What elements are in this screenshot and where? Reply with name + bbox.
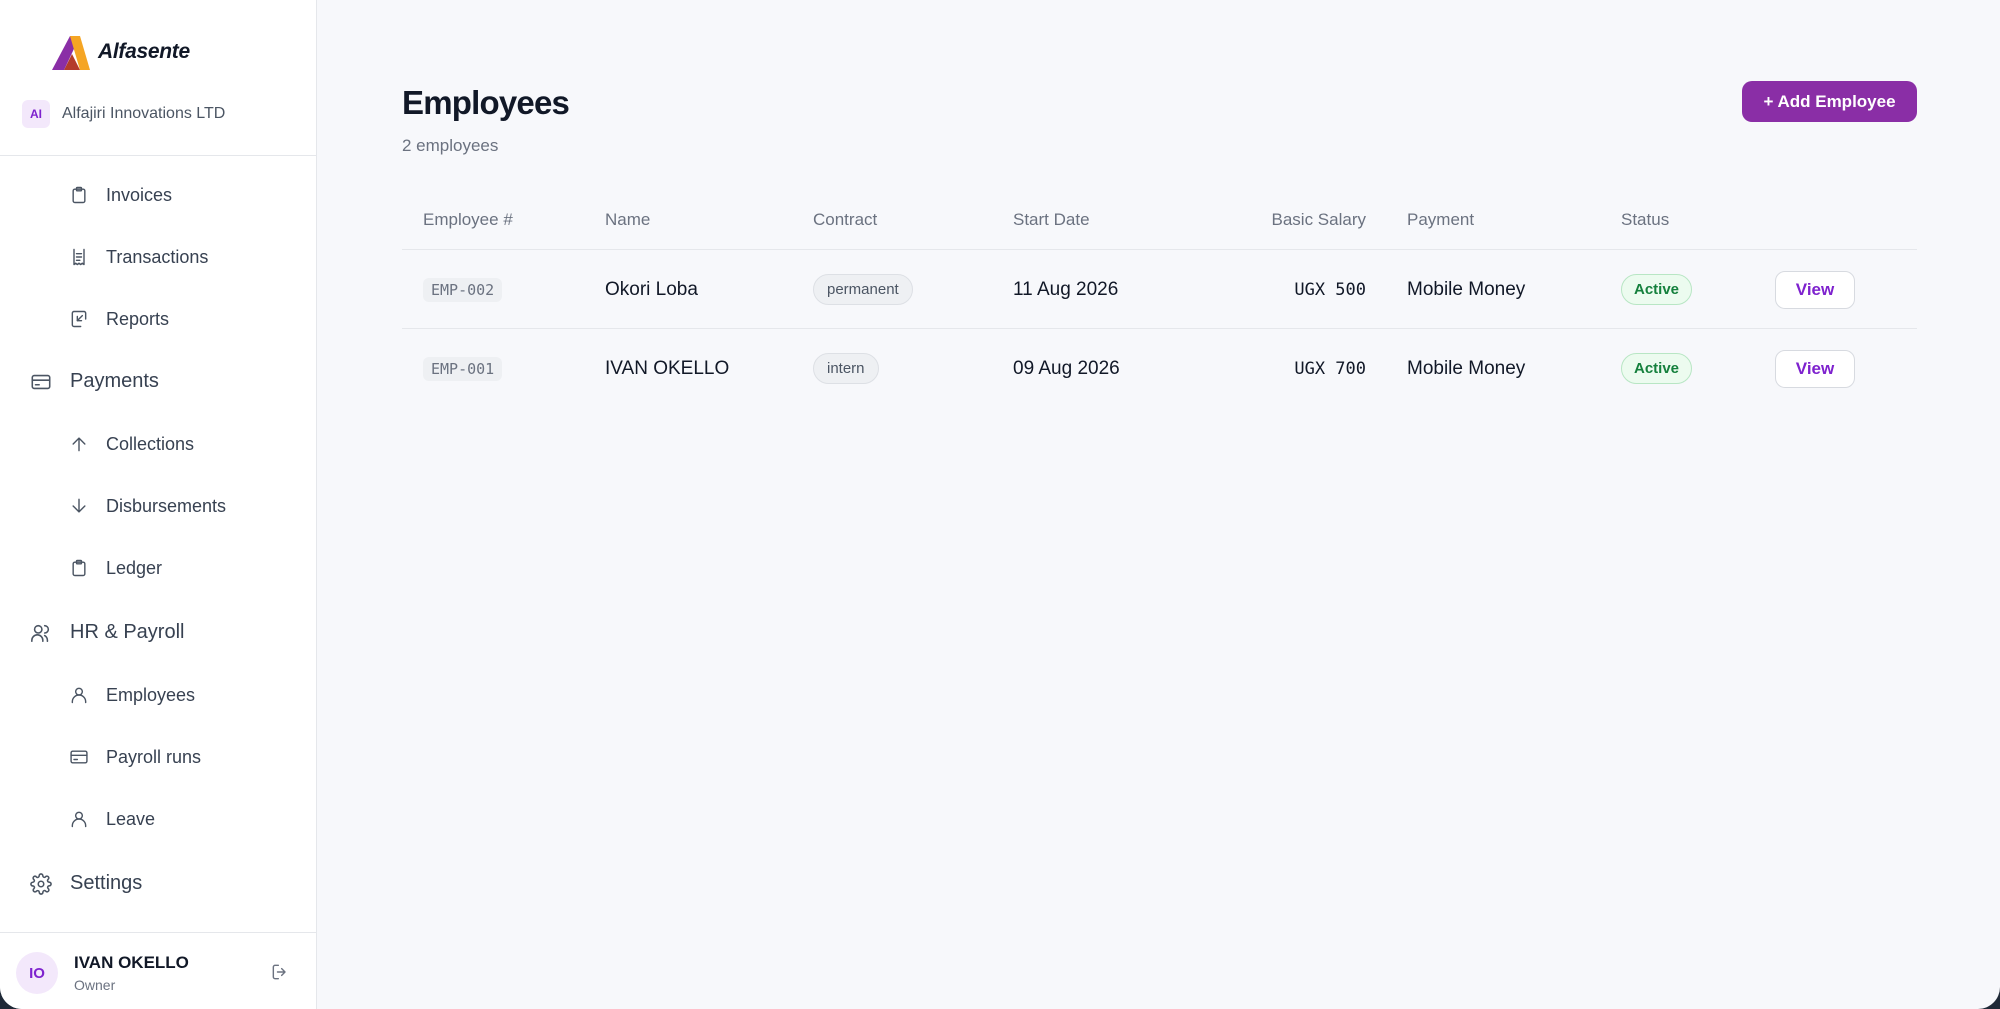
sidebar-item-invoices[interactable]: Invoices [68,184,172,206]
user-name: IVAN OKELLO [74,953,189,972]
basic-salary: UGX 700 [1294,358,1366,379]
contract-badge: intern [813,353,879,384]
employees-table: Employee # Name Contract Start Date Basi… [402,198,1917,408]
sidebar-item-label: HR & Payroll [70,621,185,643]
table-row[interactable]: EMP-002 Okori Loba permanent 11 Aug 2026… [402,250,1917,329]
sidebar-item-label: Employees [106,684,196,705]
start-date: 09 Aug 2026 [1013,357,1120,379]
user-profile[interactable]: IO IVAN OKELLO Owner [16,952,189,994]
sidebar-item-label: Payments [70,370,159,392]
alfasente-logo-icon [52,36,90,70]
sidebar-divider [0,932,317,933]
sidebar-item-label: Settings [70,872,143,894]
employee-name: Okori Loba [605,278,698,300]
sidebar-item-transactions[interactable]: Transactions [68,246,208,268]
payment-method: Mobile Money [1407,278,1526,300]
app-window: Alfasente AI Alfajiri Innovations LTD In… [0,0,2000,1009]
brand-name: Alfasente [98,40,190,63]
sidebar-item-settings[interactable]: Settings [30,872,142,895]
arrow-up-icon [68,433,90,455]
credit-card-icon [30,371,52,393]
payment-method: Mobile Money [1407,357,1526,379]
column-header-contract[interactable]: Contract [813,210,877,230]
clipboard-icon [68,557,90,579]
table-header: Employee # Name Contract Start Date Basi… [402,198,1917,250]
sidebar-item-label: Ledger [106,557,163,578]
sidebar-item-hr-payroll[interactable]: HR & Payroll [30,621,184,644]
receipt-icon [68,246,90,268]
credit-card-icon [68,746,90,768]
user-icon [68,684,90,706]
column-header-payment[interactable]: Payment [1407,210,1474,230]
view-button[interactable]: View [1775,270,1855,309]
arrow-down-icon [68,495,90,517]
sidebar-item-label: Reports [106,308,170,329]
table-row[interactable]: EMP-001 IVAN OKELLO intern 09 Aug 2026 U… [402,329,1917,408]
column-header-start-date[interactable]: Start Date [1013,210,1090,230]
sidebar-item-ledger[interactable]: Ledger [68,557,162,579]
user-role: Owner [74,977,116,993]
brand[interactable]: Alfasente [50,32,190,72]
gear-icon [30,872,52,895]
sidebar-item-label: Leave [106,808,156,829]
user-icon [68,808,90,830]
avatar: IO [16,952,58,994]
page-title: Employees [402,84,570,121]
status-badge: Active [1621,274,1693,305]
view-button[interactable]: View [1775,349,1855,388]
start-date: 11 Aug 2026 [1013,278,1119,300]
employee-id: EMP-001 [423,356,503,381]
users-icon [30,622,52,644]
sidebar-item-label: Collections [106,433,195,454]
clipboard-icon [68,184,90,206]
status-badge: Active [1621,353,1693,384]
sidebar-item-employees[interactable]: Employees [68,684,195,706]
add-employee-button[interactable]: + Add Employee [1742,81,1917,122]
sidebar-item-label: Payroll runs [106,746,202,767]
sidebar-item-label: Disbursements [106,495,227,516]
column-header-employee-number[interactable]: Employee # [423,210,513,230]
employee-id: EMP-002 [423,277,503,302]
org-name: Alfajiri Innovations LTD [62,105,226,122]
logout-icon[interactable] [270,962,292,984]
sidebar-item-label: Transactions [106,246,209,267]
employee-count: 2 employees [402,136,499,155]
sidebar-item-payroll-runs[interactable]: Payroll runs [68,746,201,768]
sidebar-item-disbursements[interactable]: Disbursements [68,495,226,517]
sidebar-item-reports[interactable]: Reports [68,308,169,330]
org-switcher[interactable]: AI Alfajiri Innovations LTD [22,100,225,128]
report-icon [68,308,90,330]
column-header-status[interactable]: Status [1621,210,1669,230]
sidebar-item-label: Invoices [106,184,173,205]
sidebar-item-leave[interactable]: Leave [68,808,155,830]
column-header-name[interactable]: Name [605,210,650,230]
sidebar-item-payments[interactable]: Payments [30,370,159,393]
column-header-basic-salary[interactable]: Basic Salary [1272,210,1366,230]
basic-salary: UGX 500 [1294,279,1366,300]
sidebar-item-collections[interactable]: Collections [68,433,194,455]
contract-badge: permanent [813,274,913,305]
employee-name: IVAN OKELLO [605,357,730,379]
sidebar: Alfasente AI Alfajiri Innovations LTD In… [0,0,317,1009]
sidebar-divider [0,155,317,156]
org-badge: AI [22,100,50,128]
